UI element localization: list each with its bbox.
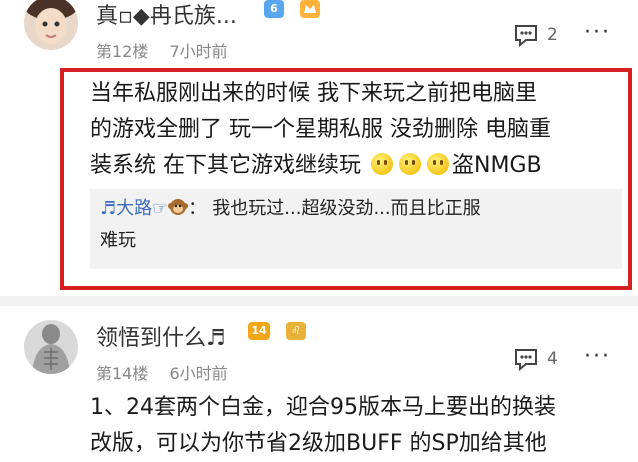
sub-reply-line: ♬大路☞ ：我也玩过...超级没劲...而且比正服 <box>100 193 612 225</box>
post-time: 6小时前 <box>169 364 228 383</box>
emoji-icon <box>399 153 421 175</box>
sub-reply-author[interactable]: ♬大路☞ <box>100 198 168 219</box>
comment-meta: 第12楼 7小时前 <box>96 38 228 62</box>
monkey-emoji-icon <box>168 196 189 216</box>
sub-reply-separator: ： <box>188 198 207 219</box>
emoji-icon <box>371 153 393 175</box>
reply-count: 2 <box>547 25 558 45</box>
avatar[interactable] <box>24 320 78 374</box>
divider <box>0 296 638 306</box>
username[interactable]: 真▫◆冉氏族... <box>96 0 237 30</box>
avatar[interactable] <box>24 0 78 50</box>
sub-reply-text: 我也玩过...超级没劲...而且比正服 <box>212 198 481 219</box>
level-badge: 6 <box>264 0 284 18</box>
comment-content: 1、24套两个白金，迎合95版本马上要出的换装 改版，可以为你节省2级加BUFF… <box>90 390 630 462</box>
comment-14: 领悟到什么♬ 14 ♌ 第14楼 6小时前 4 ··· 1、24套两个白金，迎合… <box>0 306 638 460</box>
post-time: 7小时前 <box>169 42 228 61</box>
floor-number: 第12楼 <box>96 42 149 61</box>
content-line: 装系统 在下其它游戏继续玩 盗NMGB <box>90 153 542 178</box>
comment-meta: 第14楼 6小时前 <box>96 360 228 384</box>
reply-button[interactable] <box>512 346 540 372</box>
reply-icon <box>515 25 537 48</box>
sub-reply[interactable]: ♬大路☞ ：我也玩过...超级没劲...而且比正服 难玩 <box>90 189 622 269</box>
sub-reply-text: 难玩 <box>100 230 136 251</box>
content-line: 1、24套两个白金，迎合95版本马上要出的换装 <box>90 395 556 420</box>
content-line: 的游戏全删了 玩一个星期私服 没劲删除 电脑重 <box>90 117 551 142</box>
more-icon[interactable]: ··· <box>584 20 611 45</box>
comment-12: 真▫◆冉氏族... 6 第12楼 7小时前 2 ··· 当年私服刚出来的时候 我… <box>0 0 638 290</box>
emoji-icon <box>427 153 449 175</box>
level-badge: 14 <box>248 322 270 340</box>
zodiac-badge: ♌ <box>286 322 306 340</box>
comment-content: 当年私服刚出来的时候 我下来玩之前把电脑里 的游戏全删了 玩一个星期私服 没劲删… <box>90 76 620 184</box>
more-icon[interactable]: ··· <box>584 344 611 369</box>
vip-badge <box>300 0 320 18</box>
reply-count: 4 <box>547 349 558 369</box>
content-line: 改版，可以为你节省2级加BUFF 的SP加给其他 <box>90 431 547 456</box>
username[interactable]: 领悟到什么♬ <box>96 320 226 352</box>
reply-icon <box>515 349 537 372</box>
content-line: 当年私服刚出来的时候 我下来玩之前把电脑里 <box>90 81 537 106</box>
reply-button[interactable] <box>512 22 540 48</box>
floor-number: 第14楼 <box>96 364 149 383</box>
